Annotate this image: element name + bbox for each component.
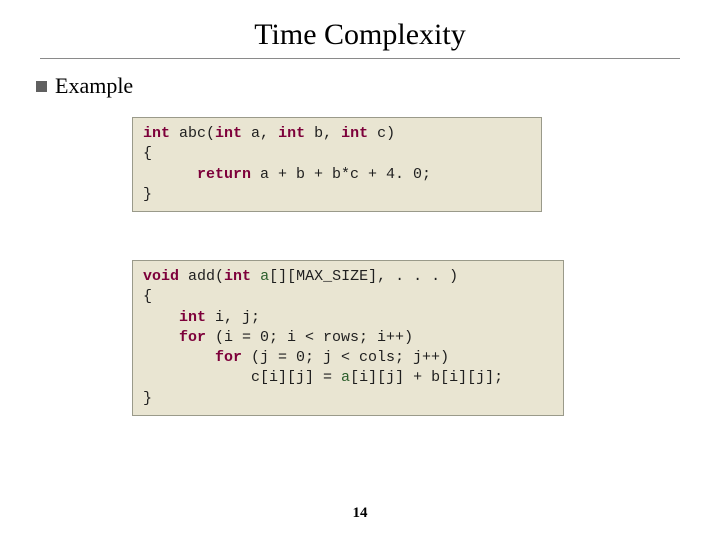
code-text: { [143,288,152,305]
code-block-add: void add(int a[][MAX_SIZE], . . . ) { in… [132,260,564,416]
bullet-row: Example [36,73,680,99]
kw-int: int [179,309,206,326]
code-text [143,349,215,366]
kw-int: int [341,125,368,142]
code-text: a + b + b*c + 4. 0; [251,166,431,183]
ident-a: a [341,369,350,386]
title-rule [40,58,680,59]
code-text [251,268,260,285]
ident-a: a [260,268,269,285]
code-text: c) [368,125,395,142]
code-text: b, [305,125,341,142]
kw-return: return [197,166,251,183]
kw-for: for [215,349,242,366]
code-text: } [143,186,152,203]
code-text [143,166,197,183]
code-text: i, j; [206,309,260,326]
code-block-abc: int abc(int a, int b, int c) { return a … [132,117,542,212]
page-title: Time Complexity [40,18,680,52]
kw-int: int [143,125,170,142]
code-text: add( [179,268,224,285]
square-bullet-icon [36,81,47,92]
page-number: 14 [0,505,720,522]
code-text: c[i][j] = [143,369,341,386]
code-text: abc( [170,125,215,142]
kw-void: void [143,268,179,285]
code-text: [i][j] + b[i][j]; [350,369,503,386]
kw-for: for [179,329,206,346]
bullet-text: Example [55,73,133,99]
kw-int: int [224,268,251,285]
kw-int: int [278,125,305,142]
code-text: } [143,390,152,407]
code-text: [][MAX_SIZE], . . . ) [269,268,458,285]
code-text [143,329,179,346]
code-text: (j = 0; j < cols; j++) [242,349,449,366]
slide: Time Complexity Example int abc(int a, i… [0,0,720,540]
kw-int: int [215,125,242,142]
code-text: { [143,145,152,162]
code-text [143,309,179,326]
code-text: a, [242,125,278,142]
code-text: (i = 0; i < rows; i++) [206,329,413,346]
